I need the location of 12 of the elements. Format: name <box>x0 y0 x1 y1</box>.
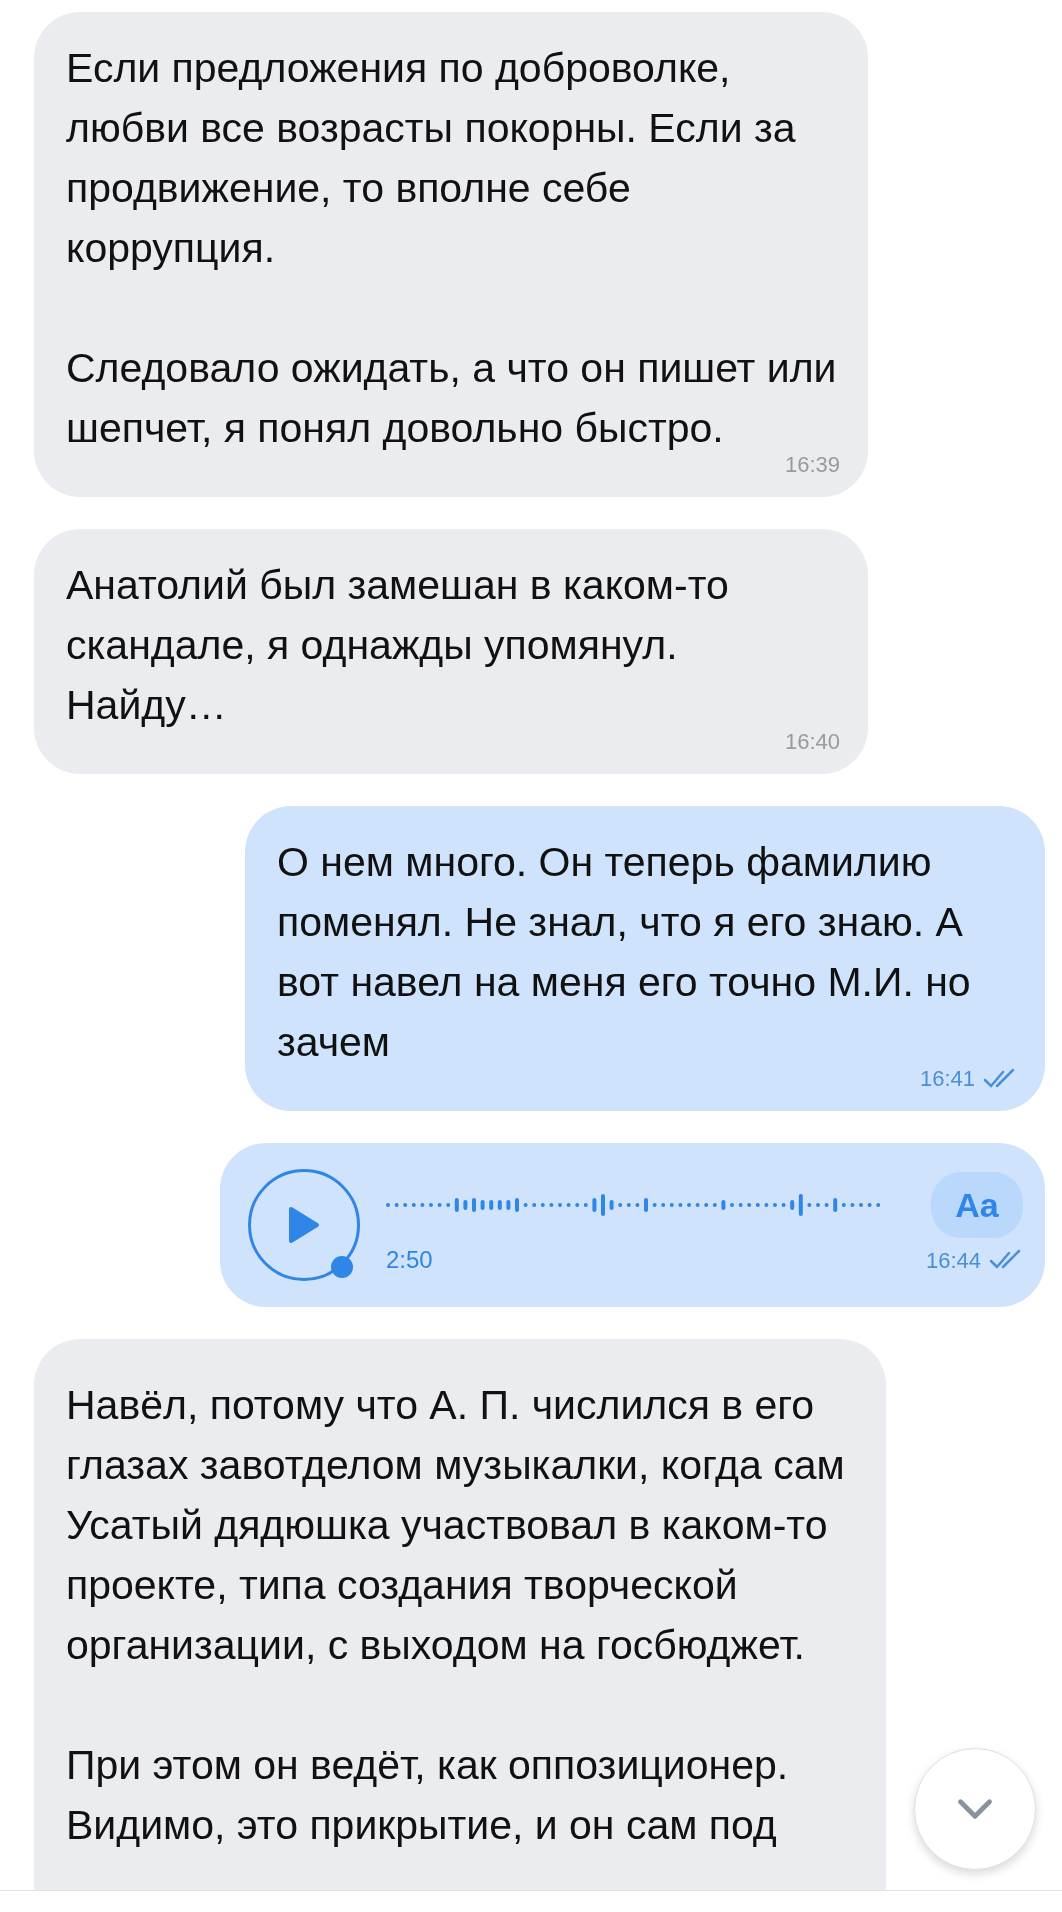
voice-duration: 2:50 <box>386 1245 433 1275</box>
message-time: 16:44 <box>925 1246 981 1275</box>
message-time: 16:41 <box>919 1065 975 1093</box>
play-icon <box>287 1205 321 1245</box>
transcribe-button[interactable]: Aa <box>931 1172 1023 1238</box>
message-text: Анатолий был замешан в каком-то скандале, я однажды упомянул. Найду… <box>66 561 730 730</box>
message-time: 16:39 <box>784 451 840 479</box>
message-text: Навёл, потому что А. П. числился в его глазах завотделом музыкалки, когда сам Усатый дядюшка участвовал в каком-то проекте, типа создания творческой организации, с выходом на госбюджет. При этом он ведёт, как оппозиционер. Видимо, это прикрытие, и он сам под <box>66 1381 846 1850</box>
message-text: Если предложения по доброволке, любви все возрасты покорны. Если за продвижение, то вполне себе коррупция. Следовало ожидать, а что он пишет или шепчет, я понял довольно быстро. <box>66 44 838 453</box>
message-text: О нем много. Он теперь фамилию поменял. Не знал, что я его знаю. А вот навел на меня его точно М.И. но зачем <box>277 838 972 1067</box>
play-button[interactable] <box>248 1169 360 1281</box>
message-time: 16:40 <box>784 728 840 756</box>
